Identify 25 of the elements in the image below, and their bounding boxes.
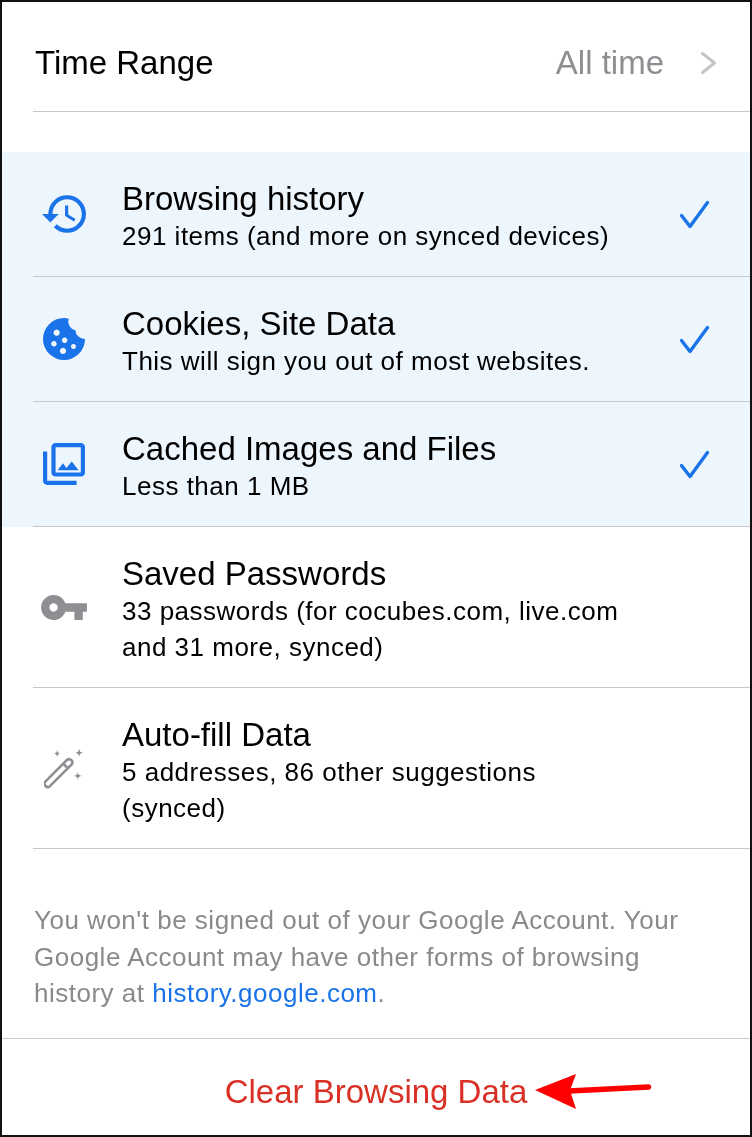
option-title: Cached Images and Files <box>122 430 497 468</box>
clear-browsing-data-button[interactable]: Clear Browsing Data <box>222 1071 530 1112</box>
option-detail: This will sign you out of most websites. <box>122 345 590 378</box>
option-detail: 291 items (and more on synced devices) <box>122 220 610 253</box>
option-title: Saved Passwords <box>122 555 387 593</box>
option-title: Browsing history <box>122 180 365 218</box>
chevron-icon[interactable] <box>700 51 717 75</box>
footer-note: You won't be signed out of your Google Account. Your Google Account may have other forms of browsing history at history.google.com. <box>34 904 680 1010</box>
time-range-label: Time Range <box>35 43 214 83</box>
option-detail: Less than 1 MB <box>122 470 310 503</box>
history-link[interactable]: history.google.com <box>152 978 378 1008</box>
magic-wand-icon <box>44 747 84 789</box>
option-detail: 33 passwords (for cocubes.com, live.com and 31 more, synced) <box>122 595 620 664</box>
image-gallery-icon <box>43 443 85 485</box>
option-row[interactable]: Saved Passwords 33 passwords (for cocubes.com, live.com and 31 more, synced) <box>2 527 750 688</box>
option-title: Auto-fill Data <box>122 716 311 754</box>
cookie-icon <box>43 318 85 360</box>
option-title: Cookies, Site Data <box>122 305 396 343</box>
history-icon <box>42 194 86 234</box>
option-detail: 5 addresses, 86 other suggestions (synced) <box>122 756 537 825</box>
option-row[interactable]: Browsing history 291 items (and more on synced devices) <box>2 152 750 277</box>
option-row[interactable]: Cached Images and Files Less than 1 MB <box>2 402 750 527</box>
option-row[interactable]: Auto-fill Data 5 addresses, 86 other suggestions (synced) <box>2 688 750 849</box>
key-icon <box>41 594 87 620</box>
option-row[interactable]: Cookies, Site Data This will sign you out of most websites. <box>2 277 750 402</box>
